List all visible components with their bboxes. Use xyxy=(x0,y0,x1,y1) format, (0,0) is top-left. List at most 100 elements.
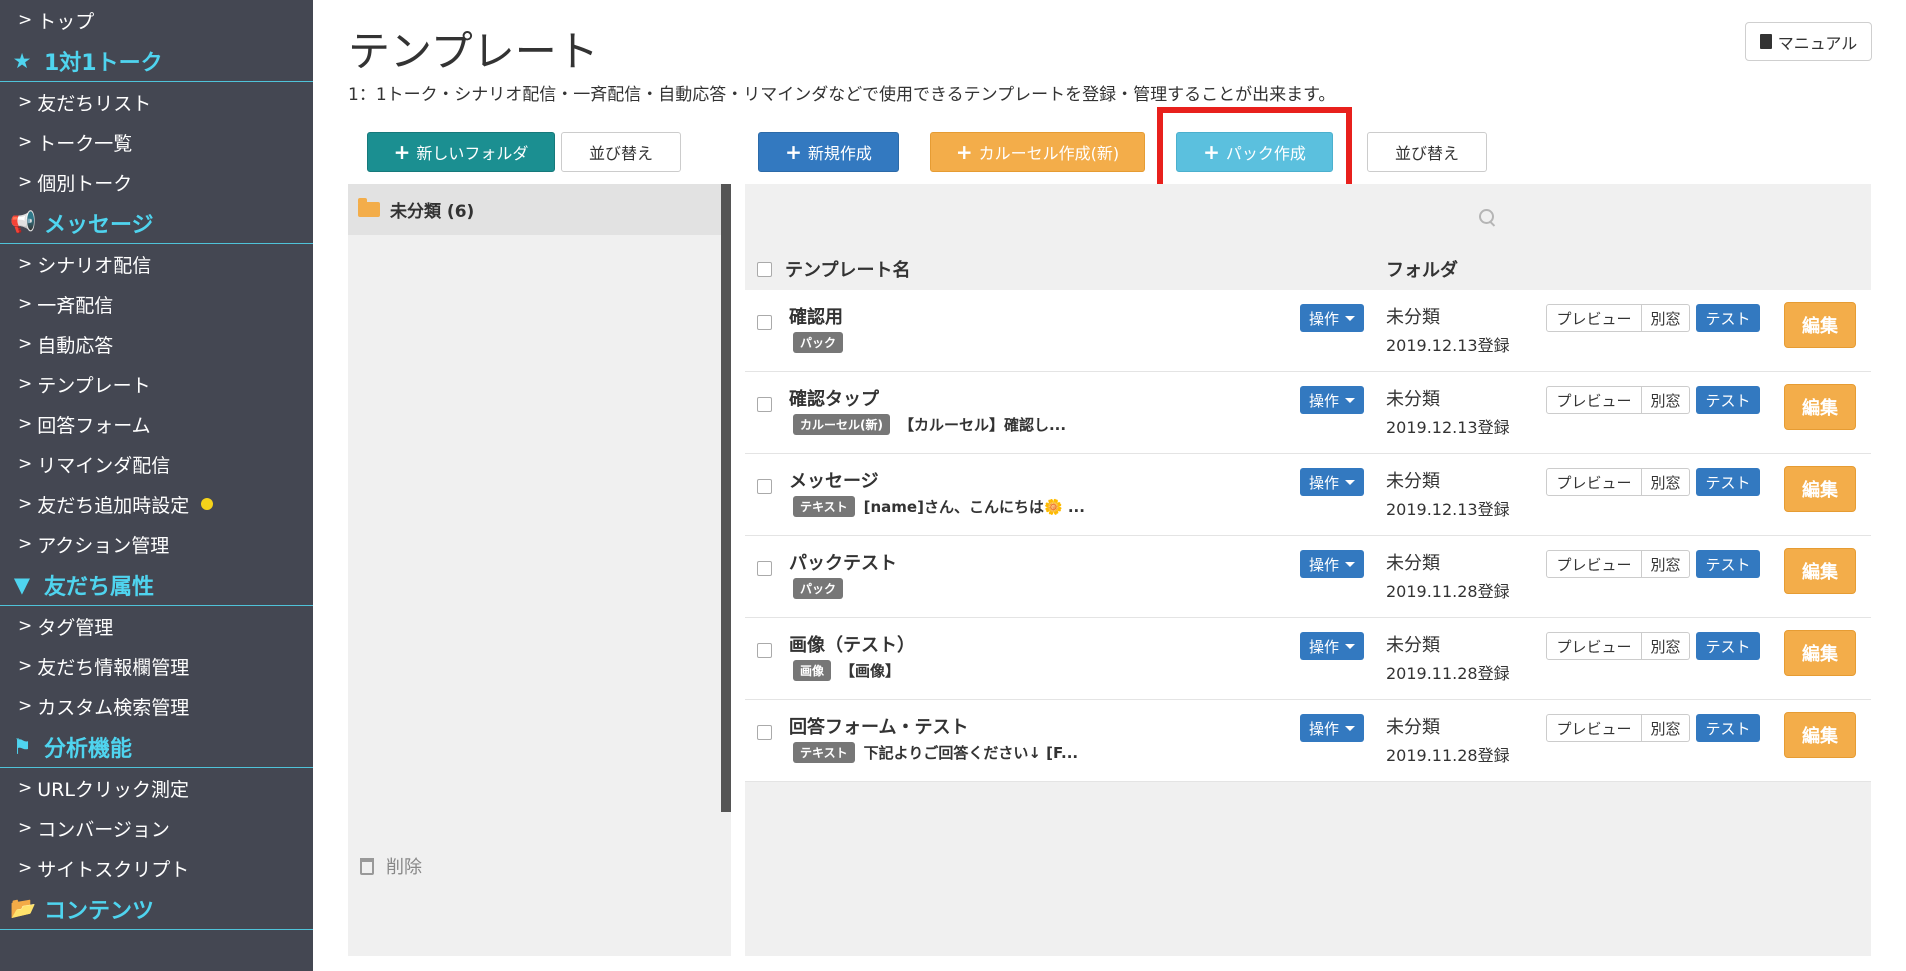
sidebar-item-16[interactable]: > 友だち情報欄管理 xyxy=(0,646,313,686)
highlight-box xyxy=(1157,107,1352,193)
sort-templates-button[interactable]: 並び替え xyxy=(1367,132,1487,172)
sidebar-section-label: 1対1トーク xyxy=(44,50,163,76)
sidebar-item-0[interactable]: > トップ xyxy=(0,0,313,40)
row-checkbox[interactable] xyxy=(757,643,772,658)
chevron-right-icon: > xyxy=(18,414,33,434)
preview-group: プレビュー 別窓 テスト xyxy=(1546,632,1760,660)
test-button[interactable]: テスト xyxy=(1696,632,1760,660)
chevron-right-icon: > xyxy=(18,534,33,554)
sidebar-item-19[interactable]: > URLクリック測定 xyxy=(0,768,313,808)
column-header-folder: フォルダ xyxy=(1386,260,1458,281)
row-checkbox[interactable] xyxy=(757,561,772,576)
select-all-checkbox[interactable] xyxy=(757,261,772,277)
operations-label: 操作 xyxy=(1308,391,1339,410)
template-summary: パック xyxy=(793,332,852,353)
preview-button[interactable]: プレビュー xyxy=(1546,304,1642,332)
row-checkbox[interactable] xyxy=(757,479,772,494)
edit-button[interactable]: 編集 xyxy=(1784,466,1856,512)
type-badge: テキスト xyxy=(793,742,855,763)
template-name[interactable]: 回答フォーム・テスト xyxy=(789,713,968,739)
new-folder-button[interactable]: + 新しいフォルダ xyxy=(367,132,555,172)
test-button[interactable]: テスト xyxy=(1696,304,1760,332)
sidebar-item-label: URLクリック測定 xyxy=(37,778,189,801)
new-window-button[interactable]: 別窓 xyxy=(1642,386,1690,414)
sidebar-section-22[interactable]: 📂 コンテンツ xyxy=(0,888,313,930)
panel-splitter[interactable] xyxy=(721,184,731,812)
test-button[interactable]: テスト xyxy=(1696,714,1760,742)
preview-button[interactable]: プレビュー xyxy=(1546,714,1642,742)
row-checkbox[interactable] xyxy=(757,315,772,330)
template-name[interactable]: 確認タップ xyxy=(789,385,879,411)
sidebar-section-5[interactable]: 📢 メッセージ xyxy=(0,202,313,244)
edit-button[interactable]: 編集 xyxy=(1784,384,1856,430)
template-name[interactable]: メッセージ xyxy=(789,467,879,493)
test-button[interactable]: テスト xyxy=(1696,386,1760,414)
new-window-button[interactable]: 別窓 xyxy=(1642,468,1690,496)
sidebar-section-14[interactable]: ▼ 友だち属性 xyxy=(0,564,313,606)
sort-folders-button[interactable]: 並び替え xyxy=(561,132,681,172)
operations-dropdown[interactable]: 操作 xyxy=(1300,304,1364,332)
sidebar-item-11[interactable]: > リマインダ配信 xyxy=(0,444,313,484)
caret-down-icon xyxy=(1345,561,1355,567)
edit-button[interactable]: 編集 xyxy=(1784,548,1856,594)
preview-button[interactable]: プレビュー xyxy=(1546,550,1642,578)
preview-button[interactable]: プレビュー xyxy=(1546,386,1642,414)
new-window-button[interactable]: 別窓 xyxy=(1642,304,1690,332)
sidebar-item-20[interactable]: > コンバージョン xyxy=(0,808,313,848)
preview-button[interactable]: プレビュー xyxy=(1546,468,1642,496)
sidebar-item-label: トップ xyxy=(37,10,95,33)
new-folder-label: 新しいフォルダ xyxy=(416,144,529,163)
test-button[interactable]: テスト xyxy=(1696,468,1760,496)
sidebar-section-1[interactable]: ★ 1対1トーク xyxy=(0,40,313,82)
sidebar-item-13[interactable]: > アクション管理 xyxy=(0,524,313,564)
type-badge: テキスト xyxy=(793,496,855,517)
template-name[interactable]: パックテスト xyxy=(789,549,897,575)
preview-button[interactable]: プレビュー xyxy=(1546,632,1642,660)
sidebar-item-8[interactable]: > 自動応答 xyxy=(0,324,313,364)
row-checkbox[interactable] xyxy=(757,397,772,412)
search-icon[interactable] xyxy=(1479,209,1496,226)
sidebar-item-17[interactable]: > カスタム検索管理 xyxy=(0,686,313,726)
new-window-button[interactable]: 別窓 xyxy=(1642,632,1690,660)
new-template-button[interactable]: + 新規作成 xyxy=(758,132,899,172)
preview-group: プレビュー 別窓 テスト xyxy=(1546,550,1760,578)
sidebar-item-2[interactable]: > 友だちリスト xyxy=(0,82,313,122)
operations-dropdown[interactable]: 操作 xyxy=(1300,632,1364,660)
sidebar-section-18[interactable]: ⚑ 分析機能 xyxy=(0,726,313,768)
row-checkbox[interactable] xyxy=(757,725,772,740)
operations-dropdown[interactable]: 操作 xyxy=(1300,550,1364,578)
operations-dropdown[interactable]: 操作 xyxy=(1300,386,1364,414)
sidebar-item-3[interactable]: > トーク一覧 xyxy=(0,122,313,162)
sidebar-item-7[interactable]: > 一斉配信 xyxy=(0,284,313,324)
edit-button[interactable]: 編集 xyxy=(1784,302,1856,348)
registered-date: 2019.11.28登録 xyxy=(1386,582,1510,601)
carousel-create-button[interactable]: + カルーセル作成(新) xyxy=(930,132,1145,172)
table-row: 確認用 パック 操作 未分類 2019.12.13登録 プレビュー 別窓 テスト 編集 xyxy=(745,290,1871,372)
sidebar-item-6[interactable]: > シナリオ配信 xyxy=(0,244,313,284)
sidebar-item-9[interactable]: > テンプレート xyxy=(0,364,313,404)
folder-item-uncategorized[interactable]: 未分類 (6) xyxy=(348,184,722,235)
operations-dropdown[interactable]: 操作 xyxy=(1300,468,1364,496)
delete-button[interactable]: 削除 xyxy=(360,853,422,879)
sidebar-item-15[interactable]: > タグ管理 xyxy=(0,606,313,646)
edit-button[interactable]: 編集 xyxy=(1784,712,1856,758)
new-window-button[interactable]: 別窓 xyxy=(1642,550,1690,578)
template-name[interactable]: 画像（テスト） xyxy=(789,631,915,657)
sidebar-item-4[interactable]: > 個別トーク xyxy=(0,162,313,202)
sidebar-item-label: 友だち情報欄管理 xyxy=(37,656,190,679)
sidebar-item-10[interactable]: > 回答フォーム xyxy=(0,404,313,444)
sidebar-item-21[interactable]: > サイトスクリプト xyxy=(0,848,313,888)
test-button[interactable]: テスト xyxy=(1696,550,1760,578)
type-badge: パック xyxy=(793,578,844,599)
filter-icon: ▼ xyxy=(13,572,31,597)
operations-dropdown[interactable]: 操作 xyxy=(1300,714,1364,742)
new-window-button[interactable]: 別窓 xyxy=(1642,714,1690,742)
manual-button[interactable]: マニュアル xyxy=(1745,22,1872,61)
caret-down-icon xyxy=(1345,643,1355,649)
sidebar-item-12[interactable]: > 友だち追加時設定 xyxy=(0,484,313,524)
template-name[interactable]: 確認用 xyxy=(789,303,843,329)
edit-button[interactable]: 編集 xyxy=(1784,630,1856,676)
sidebar-item-label: 友だちリスト xyxy=(37,92,152,115)
folder-name: 未分類 xyxy=(1386,553,1440,574)
preview-group: プレビュー 別窓 テスト xyxy=(1546,468,1760,496)
